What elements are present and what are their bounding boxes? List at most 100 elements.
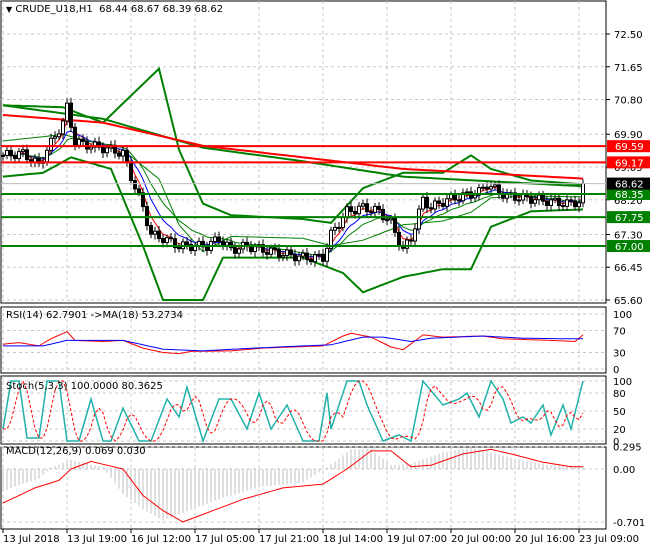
candle-body [69,102,73,128]
candle [113,139,117,159]
x-tick-label: 19 Jul 07:00 [387,534,447,545]
candle-body [485,186,489,190]
candle-body [313,254,317,263]
x-tick-label: 18 Jul 14:00 [323,534,383,545]
candle [261,239,265,257]
candle-body [349,206,353,212]
candle-body [341,216,345,228]
candle-body [493,184,497,188]
candle [493,181,497,191]
candle-body [441,202,445,207]
candle [421,193,425,213]
candle [233,242,237,259]
candle-body [409,239,413,242]
candle-body [397,231,401,246]
candle-body [49,137,53,151]
candle-body [357,205,361,215]
x-tick-label: 23 Jul 09:00 [579,534,639,545]
y-tick-label: 72.50 [614,30,643,41]
macd-title: MACD(12,26,9) 0.069 0.030 [6,446,146,457]
candle-body [305,252,309,260]
candle [461,188,465,205]
candle-body [353,210,357,215]
candle-body [361,203,365,207]
candle [549,194,553,211]
candle [313,250,317,267]
y-tick-label: 30 [613,349,626,360]
candle-body [573,200,577,208]
candle [565,195,569,211]
candle-body [9,149,13,157]
current-price-label: 68.62 [615,180,644,191]
candle-body [345,206,349,218]
candle [9,145,13,161]
candle-body [373,205,377,213]
trading-chart[interactable]: 13 Jul 2018 13 Jul 19:00 16 Jul 12:00 17 Ju… [0,0,650,550]
y-tick-label: 100 [613,310,632,321]
candle [281,250,285,262]
y-tick-label: 20 [613,425,626,436]
candle-body [517,199,521,202]
candle [229,237,233,251]
y-tick-label: 71.65 [614,63,643,74]
candle-body [325,247,329,262]
candle-body [101,146,105,154]
candle [305,247,309,265]
candle-body [337,226,341,229]
candle-body [473,194,477,199]
candle-body [285,249,289,256]
candle-body [273,247,277,250]
candle-body [277,248,281,258]
candle-body [265,251,269,255]
y-tick-label: 0 [613,365,619,376]
y-tick-label: -0.701 [613,518,645,529]
dropdown-triangle-icon[interactable]: ▼ [6,5,12,14]
candle [173,233,177,253]
level-label: 67.75 [615,213,644,224]
candle [413,223,417,246]
candle [201,236,205,252]
x-tick-label: 16 Jul 12:00 [131,534,191,545]
candle-body [297,255,301,262]
candle [569,196,573,206]
candle [153,226,157,240]
candle-body [53,136,57,139]
candle-body [545,200,549,206]
candle [225,239,229,251]
candle-body [565,199,569,207]
candle [5,145,9,160]
candle-body [1,154,5,157]
candle-body [149,225,153,235]
level-label: 69.59 [615,142,644,153]
candle [573,195,577,210]
candle [93,137,97,153]
candle [505,188,509,204]
chart-header: ▼ CRUDE_U18,H1 68.44 68.67 68.39 68.62 [6,4,223,15]
candle [477,183,481,201]
candle-body [161,238,165,243]
candle-body [393,217,397,233]
candle-body [105,147,109,154]
y-tick-label: 0.295 [613,443,642,454]
candle-body [453,193,457,201]
x-tick-label: 13 Jul 2018 [3,534,60,545]
symbol-label: CRUDE_U18,H1 [15,4,93,15]
candle [409,234,413,246]
candle-body [309,258,313,263]
candle-body [533,199,537,204]
candle-body [553,197,557,201]
candle-body [125,149,129,163]
candle [89,143,93,154]
candle-body [77,138,81,146]
candle [145,201,149,231]
candle-body [213,236,217,243]
candle-body [481,186,485,189]
x-tick-label: 13 Jul 19:00 [67,534,127,545]
candle [345,203,349,223]
bollinger-lower [2,156,584,301]
candle [141,187,145,212]
candle-body [121,149,125,157]
candle-body [5,149,9,156]
level-label: 67.00 [615,242,644,253]
candle [157,225,161,243]
